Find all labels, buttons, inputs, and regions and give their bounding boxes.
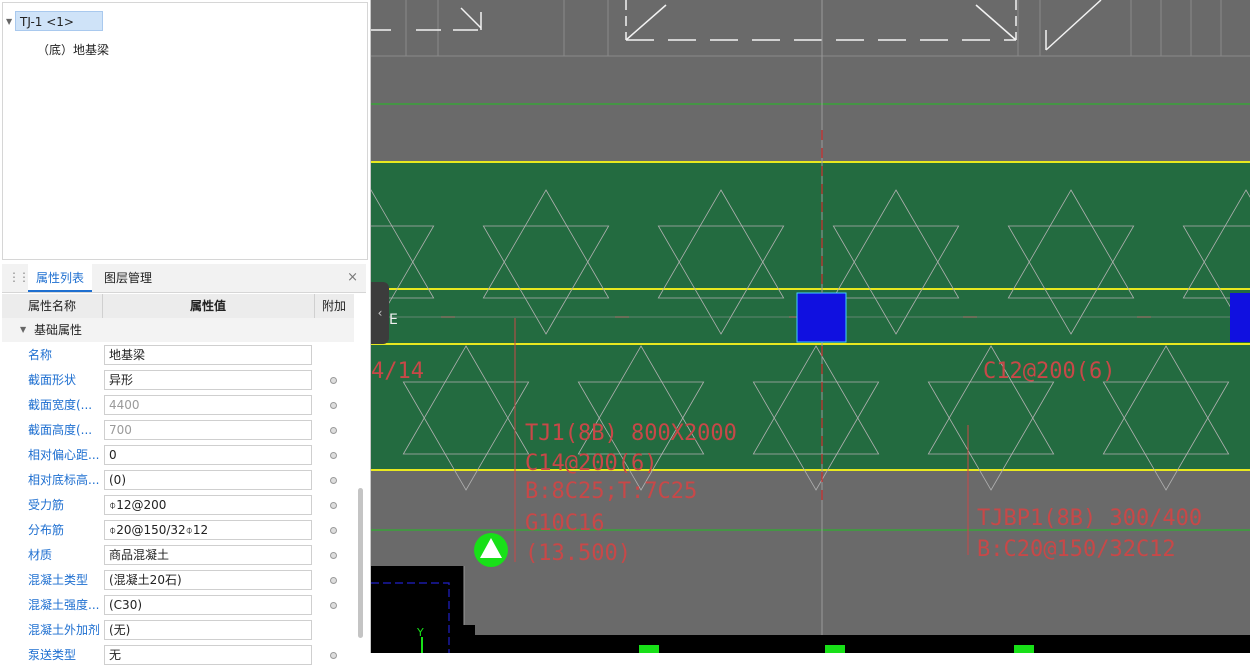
- property-value-field[interactable]: 700: [104, 420, 312, 440]
- attach-toggle-icon[interactable]: [330, 652, 337, 659]
- annotation-beam-line4: G10C16: [525, 511, 604, 536]
- bottom-marker: [825, 645, 845, 653]
- property-row[interactable]: 相对偏心距... 0: [2, 443, 354, 468]
- annotation-beam-line1: TJ1(8B) 800X2000: [525, 421, 737, 446]
- annotation-beam-line2: C14@200(6): [525, 451, 657, 476]
- drag-handle-icon[interactable]: ⋮⋮: [8, 270, 30, 284]
- attach-toggle-icon[interactable]: [330, 602, 337, 609]
- property-label: 截面高度(...: [28, 423, 93, 437]
- attach-toggle-icon[interactable]: [330, 427, 337, 434]
- attach-toggle-icon[interactable]: [330, 527, 337, 534]
- property-row[interactable]: 混凝土类型 (混凝土20石): [2, 568, 354, 593]
- column-header-extra: 附加: [322, 299, 347, 313]
- property-value-field[interactable]: 无: [104, 645, 312, 665]
- annotation-slab-line1: TJBP1(8B) 300/400: [977, 506, 1202, 531]
- column-divider[interactable]: [314, 294, 315, 318]
- property-value-field[interactable]: (混凝土20石): [104, 570, 312, 590]
- bottom-marker: [639, 645, 659, 653]
- property-value-field[interactable]: 异形: [104, 370, 312, 390]
- collapse-caret-icon[interactable]: ▼: [20, 318, 26, 342]
- property-label: 相对偏心距...: [28, 448, 100, 462]
- property-rows: 名称 地基梁截面形状 异形 截面宽度(... 4400 截面高度(... 700 相对偏心距.…: [2, 343, 354, 668]
- column-block[interactable]: [796, 292, 847, 343]
- property-label: 混凝土类型: [28, 573, 89, 587]
- property-value-field[interactable]: 0: [104, 445, 312, 465]
- property-row[interactable]: 名称 地基梁: [2, 343, 354, 368]
- tree-node-tj1[interactable]: TJ-1 <1>: [15, 11, 103, 31]
- chevron-left-icon[interactable]: ‹: [371, 282, 389, 344]
- panel-tabs: ⋮⋮ 属性列表 图层管理 ×: [2, 264, 366, 293]
- property-row[interactable]: 泵送类型 无: [2, 643, 354, 668]
- cad-drawing[interactable]: 4/14 C12@200(6) TJ1(8B) 800X2000 C14@200…: [371, 0, 1250, 653]
- attach-toggle-icon[interactable]: [330, 477, 337, 484]
- property-row[interactable]: 分布筋 ⌽20@150/32⌽12: [2, 518, 354, 543]
- group-basic-properties[interactable]: ▼ 基础属性: [2, 318, 354, 342]
- tree-node-child[interactable]: （底）地基梁: [37, 41, 109, 58]
- left-panel: ▼ TJ-1 <1> （底）地基梁 ⋮⋮ 属性列表 图层管理 × 属性名称 属性…: [0, 0, 371, 665]
- property-label: 名称: [28, 348, 53, 362]
- annotation-left-fragment: 4/14: [371, 359, 424, 384]
- column-divider[interactable]: [102, 294, 103, 318]
- property-label: 材质: [28, 548, 53, 562]
- column-block-edge[interactable]: [1230, 293, 1250, 342]
- property-row[interactable]: 受力筋 ⌽12@200: [2, 493, 354, 518]
- property-label: 受力筋: [28, 498, 65, 512]
- y-axis-label: Y: [416, 626, 424, 639]
- tab-property-list[interactable]: 属性列表: [28, 264, 92, 292]
- property-row[interactable]: 混凝土外加剂 (无): [2, 618, 354, 643]
- tab-layer-management[interactable]: 图层管理: [104, 264, 152, 292]
- drawing-canvas[interactable]: 4/14 C12@200(6) TJ1(8B) 800X2000 C14@200…: [371, 0, 1250, 653]
- property-row[interactable]: 相对底标高... (0): [2, 468, 354, 493]
- property-row[interactable]: 截面高度(... 700: [2, 418, 354, 443]
- property-value-field[interactable]: 地基梁: [104, 345, 312, 365]
- top-zone: [371, 0, 1250, 56]
- property-label: 混凝土外加剂: [28, 623, 101, 637]
- group-label: 基础属性: [34, 323, 83, 337]
- annotation-beam-line5: (13.500): [525, 541, 631, 566]
- property-label: 截面宽度(...: [28, 398, 93, 412]
- property-label: 泵送类型: [28, 648, 77, 662]
- property-value-field[interactable]: (0): [104, 470, 312, 490]
- property-label: 相对底标高...: [28, 473, 100, 487]
- property-value-field[interactable]: ⌽20@150/32⌽12: [104, 520, 312, 540]
- property-value-field[interactable]: (无): [104, 620, 312, 640]
- property-row[interactable]: 材质 商品混凝土: [2, 543, 354, 568]
- property-label: 混凝土强度...: [28, 598, 100, 612]
- axis-label-e: E: [389, 312, 398, 328]
- component-tree: ▼ TJ-1 <1> （底）地基梁: [2, 2, 368, 260]
- attach-toggle-icon[interactable]: [330, 452, 337, 459]
- attach-toggle-icon[interactable]: [330, 577, 337, 584]
- tree-expand-icon[interactable]: ▼: [6, 17, 12, 26]
- annotation-slab-line2: B:C20@150/32C12: [977, 537, 1176, 562]
- column-header-name: 属性名称: [28, 299, 77, 313]
- property-row[interactable]: 混凝土强度... (C30): [2, 593, 354, 618]
- annotation-beam-line3: B:8C25;T:7C25: [525, 479, 697, 504]
- property-label: 分布筋: [28, 523, 65, 537]
- property-value-field[interactable]: 4400: [104, 395, 312, 415]
- bottom-marker: [1014, 645, 1034, 653]
- bottom-dark-zone: [371, 566, 1250, 653]
- property-value-field[interactable]: (C30): [104, 595, 312, 615]
- attach-toggle-icon[interactable]: [330, 502, 337, 509]
- scrollbar-thumb[interactable]: [358, 488, 363, 638]
- property-label: 截面形状: [28, 373, 77, 387]
- attach-toggle-icon[interactable]: [330, 552, 337, 559]
- attach-toggle-icon[interactable]: [330, 402, 337, 409]
- column-header-value: 属性值: [190, 299, 227, 313]
- property-row[interactable]: 截面宽度(... 4400: [2, 393, 354, 418]
- attach-toggle-icon[interactable]: [330, 377, 337, 384]
- property-row[interactable]: 截面形状 异形: [2, 368, 354, 393]
- property-value-field[interactable]: 商品混凝土: [104, 545, 312, 565]
- property-value-field[interactable]: ⌽12@200: [104, 495, 312, 515]
- close-icon[interactable]: ×: [347, 270, 358, 285]
- annotation-stirrup-right: C12@200(6): [983, 359, 1115, 384]
- property-table-header: 属性名称 属性值 附加: [2, 294, 354, 319]
